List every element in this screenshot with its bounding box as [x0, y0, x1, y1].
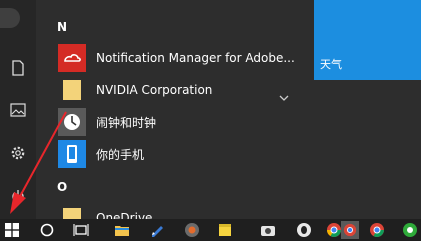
sticky-notes-icon[interactable]	[217, 222, 233, 238]
chrome-icon-secondary[interactable]	[369, 222, 385, 238]
settings-icon[interactable]	[10, 145, 26, 161]
chrome-like-icon[interactable]	[184, 222, 200, 238]
tile-label: 天气	[320, 58, 342, 71]
windows-start-icon[interactable]	[4, 222, 20, 238]
pen-app-icon[interactable]	[149, 222, 165, 238]
clock-icon	[58, 108, 86, 136]
qq-icon[interactable]	[296, 222, 312, 238]
folder-icon	[58, 76, 86, 104]
chevron-down-icon[interactable]	[277, 88, 291, 101]
green-app-icon[interactable]	[402, 222, 418, 238]
app-label: NVIDIA Corporation	[96, 83, 213, 97]
app-item-onedrive[interactable]: OneDrive	[58, 204, 298, 219]
folder-icon	[58, 204, 86, 219]
taskbar	[0, 219, 421, 241]
app-label: 闹钟和时钟	[96, 115, 157, 130]
power-icon[interactable]	[10, 188, 26, 204]
section-letter-o: O	[57, 180, 68, 194]
pictures-icon[interactable]	[10, 102, 26, 118]
app-label: OneDrive	[96, 211, 153, 219]
section-letter-n: N	[57, 20, 68, 34]
task-view-icon[interactable]	[73, 222, 89, 238]
app-label: Notification Manager for Adobe...	[96, 51, 295, 65]
file-explorer-icon[interactable]	[114, 222, 130, 238]
app-label: 你的手机	[96, 147, 145, 162]
app-item-alarms-clock[interactable]: 闹钟和时钟	[58, 108, 298, 136]
phone-icon	[58, 140, 86, 168]
camera-app-icon[interactable]	[260, 222, 276, 238]
start-menu: N Notification Manager for Adobe... NVID…	[0, 0, 421, 219]
start-rail	[0, 0, 36, 219]
app-item-your-phone[interactable]: 你的手机	[58, 140, 298, 168]
app-item-notification-manager[interactable]: Notification Manager for Adobe...	[58, 44, 298, 72]
weather-tile[interactable]: 天气	[314, 0, 421, 80]
search-icon[interactable]	[39, 222, 55, 238]
chrome-icon[interactable]	[326, 222, 342, 238]
app-item-nvidia[interactable]: NVIDIA Corporation	[58, 76, 298, 104]
avatar[interactable]	[0, 8, 20, 28]
document-icon[interactable]	[10, 60, 26, 76]
chrome-active-icon[interactable]	[341, 221, 359, 239]
adobe-cc-icon	[58, 44, 86, 72]
